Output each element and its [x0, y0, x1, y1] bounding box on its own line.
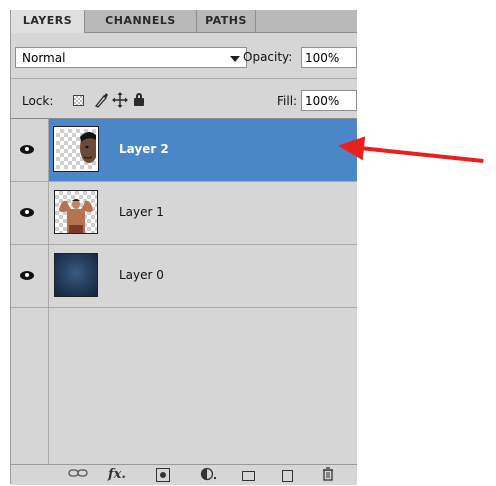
tab-channels[interactable]: CHANNELS — [85, 10, 197, 32]
eye-icon[interactable] — [20, 145, 34, 154]
layer-thumbnail — [53, 126, 99, 172]
fill-label: Fill: — [277, 94, 298, 108]
blend-mode-value: Normal — [22, 51, 66, 65]
layers-toolbar: fx. — [11, 464, 357, 485]
layer-row-layer-1[interactable]: Layer 1 — [11, 182, 357, 245]
link-icon[interactable] — [68, 467, 88, 483]
blend-mode-select[interactable]: Normal — [15, 47, 247, 68]
visibility-cell — [11, 245, 49, 307]
tab-paths[interactable]: PATHS — [197, 10, 256, 32]
eye-icon[interactable] — [20, 208, 34, 217]
folder-icon[interactable] — [242, 471, 255, 481]
column-divider — [48, 308, 49, 464]
visibility-cell — [11, 119, 49, 181]
lock-row: Lock: Fill: 100% — [11, 90, 357, 114]
lock-all-icon[interactable] — [131, 92, 147, 108]
lock-label: Lock: — [22, 94, 54, 108]
layer-name[interactable]: Layer 1 — [119, 205, 164, 219]
visibility-cell — [11, 182, 49, 244]
lock-transparent-pixels-icon[interactable] — [73, 95, 84, 106]
adjustment-icon[interactable] — [200, 467, 218, 483]
divider — [11, 78, 357, 79]
panel-tab-bar: LAYERS CHANNELS PATHS — [11, 10, 357, 33]
layers-list: Layer 2 Layer 1 Layer 0 — [11, 119, 357, 464]
layer-name[interactable]: Layer 0 — [119, 268, 164, 282]
opacity-label: Opacity: — [243, 50, 293, 64]
layer-row-layer-2[interactable]: Layer 2 — [11, 119, 357, 182]
layer-name[interactable]: Layer 2 — [119, 142, 169, 156]
eye-icon[interactable] — [20, 271, 34, 280]
fx-icon[interactable]: fx. — [108, 467, 126, 483]
opacity-field[interactable]: 100% — [301, 47, 357, 68]
layer-thumbnail — [54, 253, 98, 297]
trash-icon[interactable] — [322, 467, 334, 483]
layer-thumbnail — [54, 190, 98, 234]
blend-row: Normal Opacity: 100% — [11, 47, 357, 72]
annotation-arrow-line — [359, 146, 484, 163]
chevron-down-icon — [230, 56, 240, 62]
layers-panel: LAYERS CHANNELS PATHS Normal Opacity: 10… — [10, 10, 357, 485]
fill-field[interactable]: 100% — [301, 90, 357, 111]
annotation-arrow-head — [336, 133, 366, 161]
mask-icon[interactable] — [156, 468, 170, 482]
lock-position-icon[interactable] — [112, 92, 128, 108]
new-layer-icon[interactable] — [282, 470, 293, 482]
tab-layers[interactable]: LAYERS — [11, 10, 85, 33]
lock-image-pixels-icon[interactable] — [93, 92, 109, 108]
layer-row-layer-0[interactable]: Layer 0 — [11, 245, 357, 308]
